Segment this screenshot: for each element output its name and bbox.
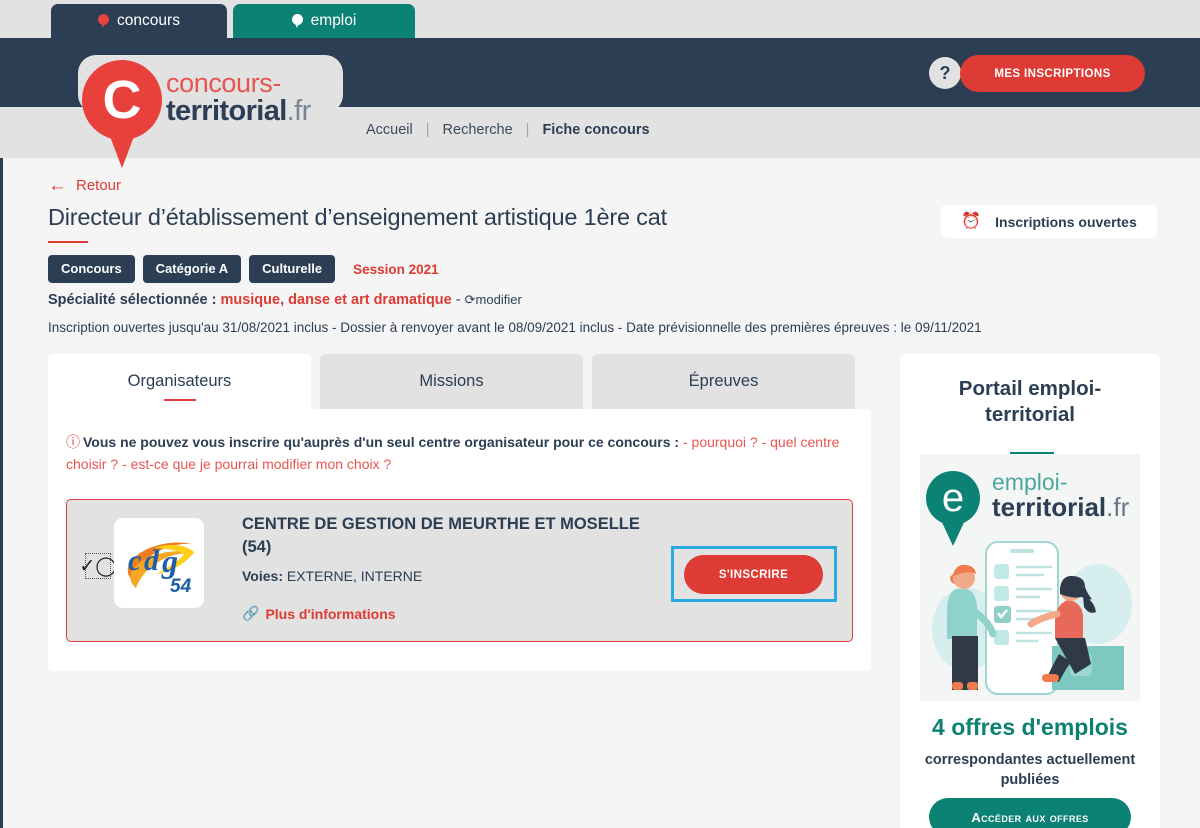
breadcrumb-item-current: Fiche concours xyxy=(542,122,650,138)
tab-missions-label: Missions xyxy=(419,372,484,390)
tab-organisateurs-label: Organisateurs xyxy=(127,372,232,390)
map-pin-icon xyxy=(98,13,110,29)
site-tab-concours[interactable]: concours xyxy=(51,4,227,38)
page-root: concours emploi C concours- territorial.… xyxy=(0,0,1200,828)
tab-epreuves[interactable]: Épreuves xyxy=(592,354,855,409)
emploi-promo-illustration[interactable]: e emploi- territorial.fr xyxy=(920,454,1140,701)
chip-type: Concours xyxy=(48,255,135,283)
svg-text:54: 54 xyxy=(170,576,192,597)
offers-count: 4 offres d'emplois xyxy=(932,714,1128,740)
speciality-dash: - xyxy=(455,292,461,308)
chip-filiere: Culturelle xyxy=(249,255,336,283)
svg-text:territorial.fr: territorial.fr xyxy=(992,492,1130,522)
breadcrumb-separator: | xyxy=(525,122,530,138)
notice-text: Vous ne pouvez vous inscrire qu'auprès d… xyxy=(83,434,680,450)
organizer-name: CENTRE DE GESTION DE MEURTHE ET MOSELLE … xyxy=(242,515,640,557)
breadcrumb: Accueil | Recherche | Fiche concours xyxy=(366,122,650,138)
brand-line1: concours- xyxy=(166,68,281,98)
svg-text:g: g xyxy=(161,543,178,579)
alarm-clock-icon: ⏰ xyxy=(961,212,982,230)
check-circle-icon: ✓◯ xyxy=(79,555,117,577)
organizer-more-info-label: Plus d'informations xyxy=(265,605,396,622)
site-tab-strip: concours emploi xyxy=(0,0,1200,38)
acceder-aux-offres-button[interactable]: Accéder aux offres xyxy=(929,798,1131,828)
title-underline xyxy=(48,241,88,243)
map-pin-icon xyxy=(291,13,303,29)
organizer-card: ✓◯ c d g 54 CENTRE DE GESTION DE MEURTHE… xyxy=(66,499,853,642)
chip-category: Catégorie A xyxy=(142,255,242,283)
page-title: Directeur d’établissement d’enseignement… xyxy=(48,204,667,230)
breadcrumb-item-recherche[interactable]: Recherche xyxy=(443,122,513,138)
cdg-54-logo: c d g 54 xyxy=(114,518,204,608)
brand-logo[interactable]: C concours- territorial.fr xyxy=(78,52,353,168)
organizer-more-info-link[interactable]: 🔗 Plus d'informations xyxy=(242,605,396,622)
notice-link-pourquoi[interactable]: - pourquoi ? xyxy=(683,434,758,450)
offers-subtitle: correspondantes actuellement publiées xyxy=(924,752,1136,789)
brand-tld: .fr xyxy=(286,95,312,127)
svg-text:c: c xyxy=(128,544,141,577)
link-icon: 🔗 xyxy=(242,605,260,621)
dates-line: Inscription ouvertes jusqu'au 31/08/2021… xyxy=(48,320,982,335)
emploi-portal-card: Portail emploi-territorial e emploi- ter… xyxy=(900,354,1160,828)
modify-speciality-link[interactable]: modifier xyxy=(476,292,522,307)
refresh-icon: ⟳ xyxy=(464,292,476,307)
session-label: Session 2021 xyxy=(353,261,439,277)
back-link-label: Retour xyxy=(76,177,122,194)
organizer-select-checkbox[interactable]: ✓◯ xyxy=(79,553,117,579)
tab-organisateurs[interactable]: Organisateurs xyxy=(48,354,311,409)
speciality-label: Spécialité sélectionnée : xyxy=(48,292,217,308)
brand-line2: territorial xyxy=(166,95,287,127)
logo-letter: C xyxy=(102,70,142,130)
speciality-value: musique, danse et art dramatique xyxy=(220,292,452,308)
svg-text:e: e xyxy=(942,476,964,520)
tab-active-underline xyxy=(163,399,196,401)
tab-epreuves-label: Épreuves xyxy=(688,372,759,390)
speciality-line: Spécialité sélectionnée : musique, danse… xyxy=(48,292,522,308)
brand-wordmark: concours- territorial.fr xyxy=(166,70,311,126)
status-badge: ⏰ Inscriptions ouvertes xyxy=(941,205,1157,238)
organisateurs-panel: ⓘ Vous ne pouvez vous inscrire qu'auprès … xyxy=(48,409,871,671)
arrow-left-icon: ← xyxy=(48,175,67,196)
organizer-voies-label: Voies: xyxy=(242,568,283,584)
concours-chips: Concours Catégorie A Culturelle Session … xyxy=(48,255,439,283)
map-pin-c-icon: C xyxy=(82,60,162,168)
organizer-voies: Voies: EXTERNE, INTERNE xyxy=(242,568,422,584)
breadcrumb-item-accueil[interactable]: Accueil xyxy=(366,122,413,138)
site-tab-emploi[interactable]: emploi xyxy=(233,4,415,38)
help-icon[interactable]: ? xyxy=(929,57,961,89)
single-center-notice: ⓘ Vous ne pouvez vous inscrire qu'auprès … xyxy=(66,432,856,475)
site-tab-concours-label: concours xyxy=(117,12,180,29)
info-circle-icon: ⓘ xyxy=(66,434,80,450)
subscribe-button[interactable]: S'INSCRIRE xyxy=(684,555,823,594)
status-badge-label: Inscriptions ouvertes xyxy=(995,213,1137,230)
back-link[interactable]: ← Retour xyxy=(48,176,121,195)
breadcrumb-separator: | xyxy=(425,122,430,138)
tab-missions[interactable]: Missions xyxy=(320,354,583,409)
svg-text:d: d xyxy=(144,544,160,577)
notice-link-modifier-choix[interactable]: - est-ce que je pourrai modifier mon cho… xyxy=(122,456,391,472)
site-tab-emploi-label: emploi xyxy=(310,12,357,29)
organizer-voies-value: EXTERNE, INTERNE xyxy=(286,568,423,584)
sidebar-title: Portail emploi-territorial xyxy=(958,377,1102,426)
mes-inscriptions-button[interactable]: MES INSCRIPTIONS xyxy=(960,55,1145,92)
content-tabs: Organisateurs Missions Épreuves xyxy=(48,354,855,409)
